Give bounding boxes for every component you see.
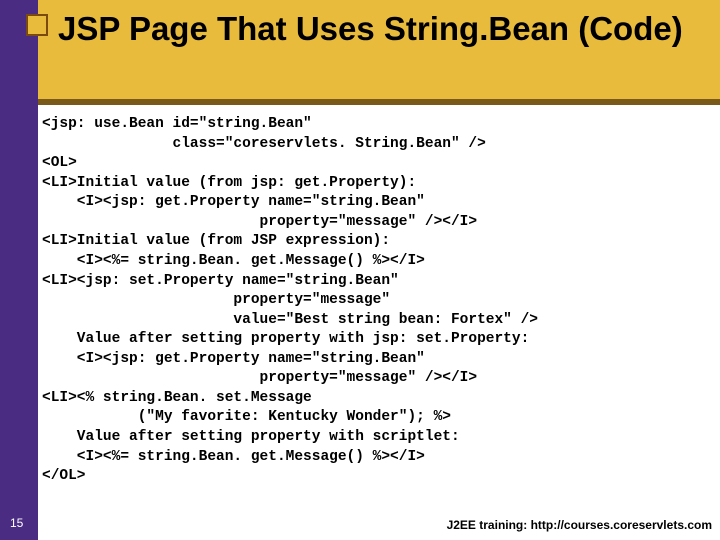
code-line: property="message" /></I> — [42, 370, 477, 386]
code-line: <I><%= string.Bean. get.Message() %></I> — [42, 449, 425, 465]
code-line: <LI>Initial value (from jsp: get.Propert… — [42, 175, 416, 191]
accent-square — [26, 14, 48, 36]
code-line: Value after setting property with jsp: s… — [42, 331, 529, 347]
code-line: <LI>Initial value (from JSP expression): — [42, 233, 390, 249]
code-line: ("My favorite: Kentucky Wonder"); %> — [42, 409, 451, 425]
code-line: property="message" — [42, 292, 390, 308]
code-listing: <jsp: use.Bean id="string.Bean" class="c… — [42, 115, 714, 487]
left-sidebar-stripe — [0, 0, 38, 540]
code-line: <I><%= string.Bean. get.Message() %></I> — [42, 253, 425, 269]
code-line: property="message" /></I> — [42, 214, 477, 230]
code-line: <LI><jsp: set.Property name="string.Bean… — [42, 273, 399, 289]
code-line: <jsp: use.Bean id="string.Bean" — [42, 116, 312, 132]
code-line: <I><jsp: get.Property name="string.Bean" — [42, 351, 425, 367]
slide-title: JSP Page That Uses String.Bean (Code) — [58, 10, 708, 48]
page-number: 15 — [10, 516, 23, 530]
code-line: <LI><% string.Bean. set.Message — [42, 390, 312, 406]
code-line: value="Best string bean: Fortex" /> — [42, 312, 538, 328]
code-line: class="coreservlets. String.Bean" /> — [42, 136, 486, 152]
code-line: <I><jsp: get.Property name="string.Bean" — [42, 194, 425, 210]
code-line: Value after setting property with script… — [42, 429, 460, 445]
code-line: <OL> — [42, 155, 77, 171]
code-line: </OL> — [42, 468, 86, 484]
footer-text: J2EE training: http://courses.coreservle… — [447, 518, 712, 532]
